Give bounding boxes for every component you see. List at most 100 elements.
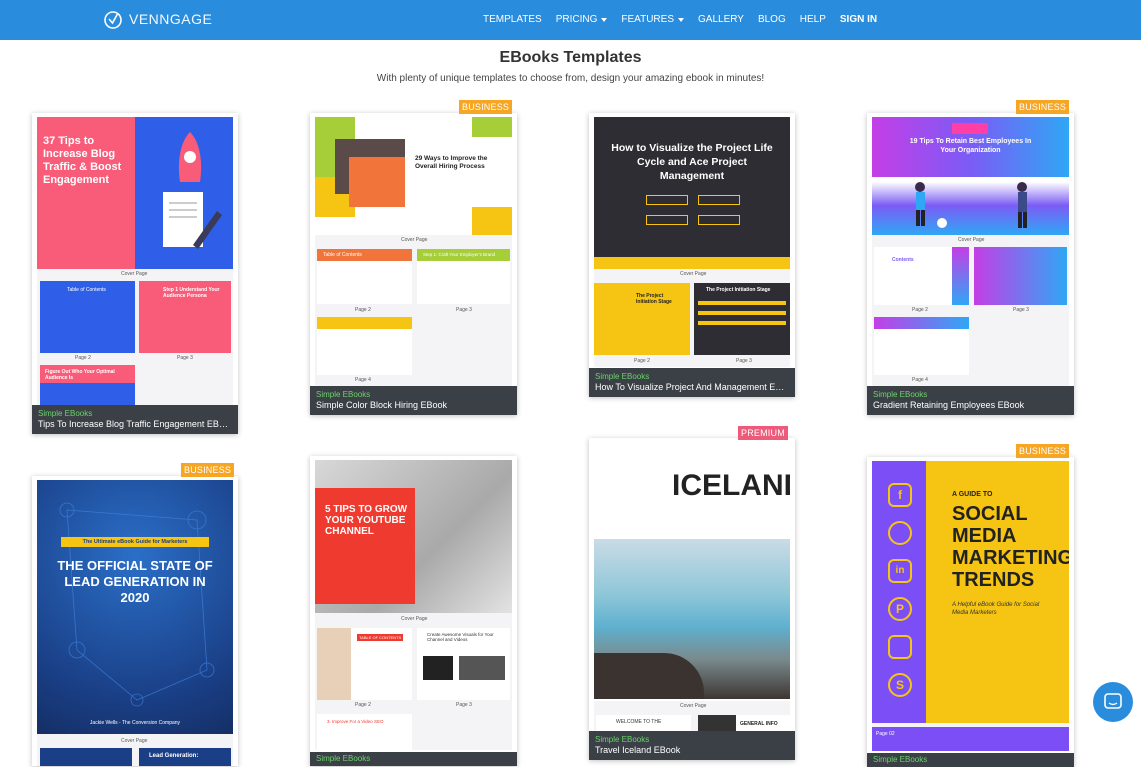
nav-sign-in[interactable]: SIGN IN bbox=[840, 14, 877, 25]
template-card-social-media-trends[interactable]: f in P S A GUIDE TO SOCIAL MEDIA MARKETI… bbox=[867, 457, 1074, 767]
inner-heading: Create Awesome Visuals for Your Channel … bbox=[427, 632, 494, 642]
rocket-illustration-icon bbox=[163, 132, 222, 249]
template-card-retaining-employees[interactable]: 19 Tips To Retain Best Employees In Your… bbox=[867, 113, 1074, 415]
template-card-project-management[interactable]: How to Visualize the Project Life Cycle … bbox=[589, 113, 795, 397]
cover-title: 19 Tips To Retain Best Employees In Your… bbox=[909, 138, 1032, 154]
template-thumbnail: 5 TIPS TO GROW YOUR YOUTUBE CHANNEL Cove… bbox=[315, 460, 512, 750]
card-caption: Simple EBooks Simple Color Block Hiring … bbox=[310, 386, 517, 415]
instagram-icon bbox=[888, 635, 912, 659]
card-title[interactable]: Gradient Retaining Employees EBook bbox=[873, 400, 1068, 411]
card-title[interactable]: Travel Iceland EBook bbox=[595, 745, 789, 756]
card-category: Simple EBooks bbox=[316, 754, 371, 763]
cover-title: 37 Tips to Increase Blog Traffic & Boost… bbox=[43, 135, 122, 186]
card-category: Simple EBooks bbox=[595, 372, 650, 381]
page-label: Page 3 bbox=[736, 358, 752, 364]
caret-down-icon bbox=[601, 17, 608, 22]
cover-title: SOCIAL MEDIA MARKETING TRENDS bbox=[952, 503, 1069, 591]
page-label: Cover Page bbox=[680, 271, 707, 277]
page-label: Page 3 bbox=[1013, 307, 1029, 313]
twitter-icon bbox=[888, 521, 912, 545]
page-label: Page 2 bbox=[912, 307, 928, 313]
card-caption: Simple EBooks Travel Iceland EBook bbox=[589, 731, 795, 760]
business-badge: BUSINESS bbox=[181, 463, 235, 477]
template-card-youtube[interactable]: 5 TIPS TO GROW YOUR YOUTUBE CHANNEL Cove… bbox=[310, 456, 517, 766]
page-subtitle: With plenty of unique templates to choos… bbox=[376, 73, 765, 84]
business-badge: BUSINESS bbox=[459, 100, 513, 114]
business-badge: BUSINESS bbox=[1016, 100, 1070, 114]
chat-widget-button[interactable] bbox=[1093, 682, 1133, 722]
top-navbar: VENNGAGE TEMPLATES PRICING FEATURES GALL… bbox=[0, 0, 1141, 40]
social-icons-column: f in P S bbox=[888, 483, 912, 697]
page-label: Cover Page bbox=[121, 738, 148, 744]
venngage-logo[interactable]: VENNGAGE bbox=[103, 9, 212, 29]
template-card-iceland[interactable]: ICELAND Cover Page WELCOME TO THE GENERA… bbox=[589, 438, 795, 760]
brand-name: VENNGAGE bbox=[129, 11, 213, 27]
nav-help[interactable]: HELP bbox=[800, 14, 826, 25]
inner-heading: Contents bbox=[892, 257, 914, 263]
inner-heading: Figure Out Who Your Optimal Audience Is bbox=[45, 369, 115, 381]
pinterest-icon: P bbox=[888, 597, 912, 621]
page-label: Page 3 bbox=[456, 307, 472, 313]
inner-heading: The Project Initiation Stage bbox=[706, 287, 771, 293]
nav-label: BLOG bbox=[757, 14, 786, 25]
template-card-hiring[interactable]: 29 Ways to Improve the Overall Hiring Pr… bbox=[310, 113, 517, 415]
card-caption: Simple EBooks Gradient Retaining Employe… bbox=[867, 386, 1074, 415]
nav-blog[interactable]: BLOG bbox=[758, 14, 786, 25]
cover-kicker: A GUIDE TO bbox=[952, 491, 993, 498]
page-label: Page 4 bbox=[355, 377, 371, 383]
nav-label: FEATURES bbox=[621, 14, 674, 25]
card-category: Simple EBooks bbox=[595, 735, 650, 744]
cover-subtitle: A Helpful eBook Guide for Social Media M… bbox=[952, 602, 1040, 616]
page-title: EBooks Templates bbox=[499, 49, 642, 66]
nav-label: HELP bbox=[799, 14, 826, 25]
linkedin-icon: in bbox=[888, 559, 912, 583]
main-nav: TEMPLATES PRICING FEATURES GALLERY BLOG … bbox=[483, 14, 891, 25]
page-label: Page 3 bbox=[456, 702, 472, 708]
template-thumbnail: 37 Tips to Increase Blog Traffic & Boost… bbox=[37, 117, 233, 405]
nav-label: GALLERY bbox=[698, 14, 744, 25]
nav-templates[interactable]: TEMPLATES bbox=[483, 14, 542, 25]
cover-title: 29 Ways to Improve the Overall Hiring Pr… bbox=[415, 155, 488, 170]
inner-heading: The Project Initiation Stage bbox=[636, 293, 672, 305]
template-thumbnail: ICELAND Cover Page WELCOME TO THE GENERA… bbox=[594, 443, 790, 733]
template-card-blog-traffic[interactable]: 37 Tips to Increase Blog Traffic & Boost… bbox=[32, 113, 238, 434]
chat-icon bbox=[1104, 693, 1122, 709]
people-illustration-icon bbox=[915, 182, 1027, 228]
template-thumbnail: How to Visualize the Project Life Cycle … bbox=[594, 117, 790, 367]
premium-badge: PREMIUM bbox=[738, 426, 788, 440]
page-label: Cover Page bbox=[958, 237, 985, 243]
card-caption: Simple EBooks bbox=[310, 752, 517, 766]
nav-features[interactable]: FEATURES bbox=[621, 14, 684, 25]
cover-author: Jackie Wells - The Conversion Company bbox=[89, 720, 181, 726]
nav-gallery[interactable]: GALLERY bbox=[698, 14, 744, 25]
card-category: Simple EBooks bbox=[873, 390, 928, 399]
cover-title: 5 TIPS TO GROW YOUR YOUTUBE CHANNEL bbox=[325, 504, 408, 537]
card-caption: Simple EBooks Tips To Increase Blog Traf… bbox=[32, 405, 238, 434]
business-badge: BUSINESS bbox=[1016, 444, 1070, 458]
cover-title: ICELAND bbox=[672, 469, 790, 502]
page-label: Cover Page bbox=[401, 237, 428, 243]
inner-heading: Table of Contents bbox=[323, 252, 362, 258]
template-thumbnail: 29 Ways to Improve the Overall Hiring Pr… bbox=[315, 117, 512, 387]
card-caption: Simple EBooks How To Visualize Project A… bbox=[589, 368, 795, 397]
inner-heading: Step 1: Craft Your Employer's Brand bbox=[423, 252, 496, 257]
card-title[interactable]: Simple Color Block Hiring EBook bbox=[316, 400, 511, 411]
inner-heading: TABLE OF CONTENTS bbox=[357, 634, 404, 641]
cover-title: THE OFFICIAL STATE OF LEAD GENERATION IN… bbox=[57, 558, 213, 605]
card-category: Simple EBooks bbox=[38, 409, 93, 418]
template-thumbnail: f in P S A GUIDE TO SOCIAL MEDIA MARKETI… bbox=[872, 461, 1069, 751]
caret-down-icon bbox=[678, 17, 684, 22]
card-title[interactable]: How To Visualize Project And Management … bbox=[595, 382, 789, 393]
network-pattern-icon bbox=[59, 502, 215, 707]
nav-pricing[interactable]: PRICING bbox=[556, 14, 608, 25]
page-label: Cover Page bbox=[121, 271, 148, 277]
template-thumbnail: The Ultimate eBook Guide for Marketers T… bbox=[37, 480, 233, 766]
card-title[interactable]: Tips To Increase Blog Traffic Engagement… bbox=[38, 419, 232, 430]
page-label: Page 2 bbox=[75, 355, 91, 361]
template-card-lead-generation[interactable]: The Ultimate eBook Guide for Marketers T… bbox=[32, 476, 238, 766]
page-label: Page 2 bbox=[355, 702, 371, 708]
inner-heading: Step 1 Understand Your Audience Persona bbox=[163, 287, 220, 299]
skype-icon: S bbox=[888, 673, 912, 697]
page-label: Page 3 bbox=[177, 355, 193, 361]
cover-title: How to Visualize the Project Life Cycle … bbox=[611, 142, 773, 182]
